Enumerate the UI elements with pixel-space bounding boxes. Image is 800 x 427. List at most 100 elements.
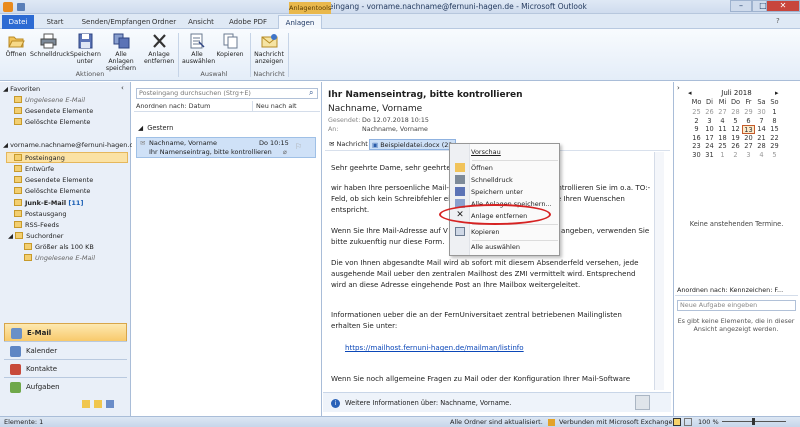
list-item[interactable]: Nachname, Vorname Do 10:15 Ihr Namensein… xyxy=(136,137,316,158)
zoom-level[interactable]: 100 % xyxy=(698,417,719,427)
menu-item-quick-print[interactable]: Schnelldruck xyxy=(471,176,513,184)
calendar-day[interactable]: 9 xyxy=(690,125,703,134)
remove-attachment-button[interactable]: Anlage entfernen xyxy=(144,33,174,65)
sort-order[interactable]: Neu nach alt xyxy=(252,101,297,112)
folder-drafts[interactable]: Entwürfe xyxy=(14,165,54,173)
calendar-day[interactable]: 11 xyxy=(716,125,729,134)
calendar-day[interactable]: 19 xyxy=(729,134,742,143)
menu-item-open[interactable]: Öffnen xyxy=(471,164,493,172)
calendar-day[interactable]: 8 xyxy=(768,117,781,126)
calendar-day[interactable]: 12 xyxy=(729,125,742,134)
calendar-day[interactable]: 21 xyxy=(755,134,768,143)
nav-mail[interactable]: E-Mail xyxy=(4,323,127,342)
favorites-header[interactable]: ◢ Favoriten xyxy=(3,85,40,93)
calendar-day[interactable]: 30 xyxy=(755,108,768,117)
calendar-day[interactable]: 24 xyxy=(703,142,716,151)
calendar-day[interactable]: 25 xyxy=(716,142,729,151)
menu-item-save-as[interactable]: Speichern unter xyxy=(471,188,523,196)
folder-junk[interactable]: Junk-E-Mail [11] xyxy=(14,199,83,207)
calendar-day[interactable]: 29 xyxy=(742,108,755,117)
normal-view-icon[interactable] xyxy=(673,418,681,426)
calendar-day[interactable]: 1 xyxy=(768,108,781,117)
calendar-day[interactable]: 5 xyxy=(729,117,742,126)
folder-rss[interactable]: RSS-Feeds xyxy=(14,221,59,229)
calendar-day[interactable]: 16 xyxy=(690,134,703,143)
collapse-nav-icon[interactable]: ‹ xyxy=(121,84,124,92)
fav-sent-items[interactable]: Gesendete Elemente xyxy=(14,107,93,115)
calendar-day[interactable]: 14 xyxy=(755,125,768,134)
calendar-day[interactable]: 29 xyxy=(768,142,781,151)
calendar-day[interactable]: 13 xyxy=(742,125,755,134)
quick-access-icon[interactable] xyxy=(17,3,25,11)
search-folder-unread[interactable]: Ungelesene E-Mail xyxy=(24,254,95,262)
menu-item-preview[interactable]: Vorschau xyxy=(471,148,501,156)
reading-scrollbar[interactable] xyxy=(654,152,664,390)
next-month-icon[interactable]: ▸ xyxy=(775,89,779,97)
attachment-chip[interactable]: ▣ Beispieldatei.docx (22 xyxy=(369,139,456,150)
calendar-day[interactable]: 3 xyxy=(742,151,755,160)
group-header[interactable]: ◢ Gestern xyxy=(138,124,173,132)
search-folder-large[interactable]: Größer als 100 KB xyxy=(24,243,94,251)
calendar-day[interactable]: 27 xyxy=(742,142,755,151)
tab-ordner[interactable]: Ordner xyxy=(144,15,184,29)
help-icon[interactable]: ? xyxy=(776,17,780,25)
calendar-day[interactable]: 1 xyxy=(716,151,729,160)
folder-deleted[interactable]: Gelöschte Elemente xyxy=(14,187,90,195)
new-task-input[interactable]: Neue Aufgabe eingeben xyxy=(677,300,796,311)
tab-start[interactable]: Start xyxy=(38,15,72,29)
menu-item-select-all[interactable]: Alle auswählen xyxy=(471,243,520,251)
account-header[interactable]: ◢ vorname.nachname@fernuni-hagen.d... xyxy=(3,141,140,149)
select-all-button[interactable]: Alle auswählen xyxy=(182,33,215,65)
nav-calendar[interactable]: Kalender xyxy=(4,341,127,360)
tab-ansicht[interactable]: Ansicht xyxy=(183,15,219,29)
mailinglist-link[interactable]: https://mailhost.fernuni-hagen.de/mailma… xyxy=(345,343,605,354)
open-button[interactable]: Öffnen xyxy=(3,33,29,58)
calendar-day[interactable]: 22 xyxy=(768,134,781,143)
tab-anlagen[interactable]: Anlagen xyxy=(278,15,322,29)
calendar-day[interactable]: 26 xyxy=(729,142,742,151)
fav-deleted-items[interactable]: Gelöschte Elemente xyxy=(14,118,90,126)
close-button[interactable]: ✕ xyxy=(766,0,800,12)
calendar-day[interactable]: 3 xyxy=(703,117,716,126)
calendar-day[interactable]: 15 xyxy=(768,125,781,134)
folder-outbox[interactable]: Postausgang xyxy=(14,210,66,218)
menu-item-copy[interactable]: Kopieren xyxy=(471,228,500,236)
minimize-button[interactable]: – xyxy=(730,0,752,12)
zoom-slider-thumb[interactable] xyxy=(752,418,755,425)
quick-print-button[interactable]: Schnelldruck xyxy=(30,33,70,58)
calendar-day[interactable]: 6 xyxy=(742,117,755,126)
calendar-day[interactable]: 26 xyxy=(703,108,716,117)
calendar-day[interactable]: 17 xyxy=(703,134,716,143)
calendar-day[interactable]: 2 xyxy=(690,117,703,126)
reading-view-icon[interactable] xyxy=(684,418,692,426)
calendar-day[interactable]: 31 xyxy=(703,151,716,160)
save-all-attachments-button[interactable]: Alle Anlagen speichern xyxy=(102,33,140,72)
sort-by[interactable]: Anordnen nach: Datum xyxy=(136,101,210,112)
folder-list-icon[interactable] xyxy=(82,400,90,408)
calendar-day[interactable]: 23 xyxy=(690,142,703,151)
search-icon[interactable]: ⌕ xyxy=(309,88,313,98)
shortcuts-icon[interactable] xyxy=(94,400,102,408)
calendar-day[interactable]: 28 xyxy=(729,108,742,117)
calendar-day[interactable]: 4 xyxy=(716,117,729,126)
copy-button[interactable]: Kopieren xyxy=(214,33,246,58)
calendar-day[interactable]: 5 xyxy=(768,151,781,160)
save-as-button[interactable]: Speichern unter xyxy=(70,33,101,65)
folder-inbox[interactable]: Posteingang xyxy=(14,154,65,162)
tab-message[interactable]: ✉ Nachricht xyxy=(329,138,368,151)
calendar-day[interactable]: 27 xyxy=(716,108,729,117)
tab-adobe-pdf[interactable]: Adobe PDF xyxy=(222,15,274,29)
calendar-day[interactable]: 4 xyxy=(755,151,768,160)
calendar-day[interactable]: 10 xyxy=(703,125,716,134)
calendar-day[interactable]: 28 xyxy=(755,142,768,151)
nav-tasks[interactable]: Aufgaben xyxy=(4,377,127,396)
folder-sent[interactable]: Gesendete Elemente xyxy=(14,176,93,184)
notes-icon[interactable] xyxy=(106,400,114,408)
tasks-sort[interactable]: Anordnen nach: Kennzeichen: F... xyxy=(675,285,798,296)
tab-datei[interactable]: Datei xyxy=(2,15,34,29)
search-input[interactable]: Posteingang durchsuchen (Strg+E) xyxy=(136,88,318,99)
nav-contacts[interactable]: Kontakte xyxy=(4,359,127,378)
folder-search-folders[interactable]: ◢ Suchordner xyxy=(8,232,63,240)
calendar-day[interactable]: 20 xyxy=(742,134,755,143)
flag-icon[interactable]: ⚐ xyxy=(295,142,302,151)
